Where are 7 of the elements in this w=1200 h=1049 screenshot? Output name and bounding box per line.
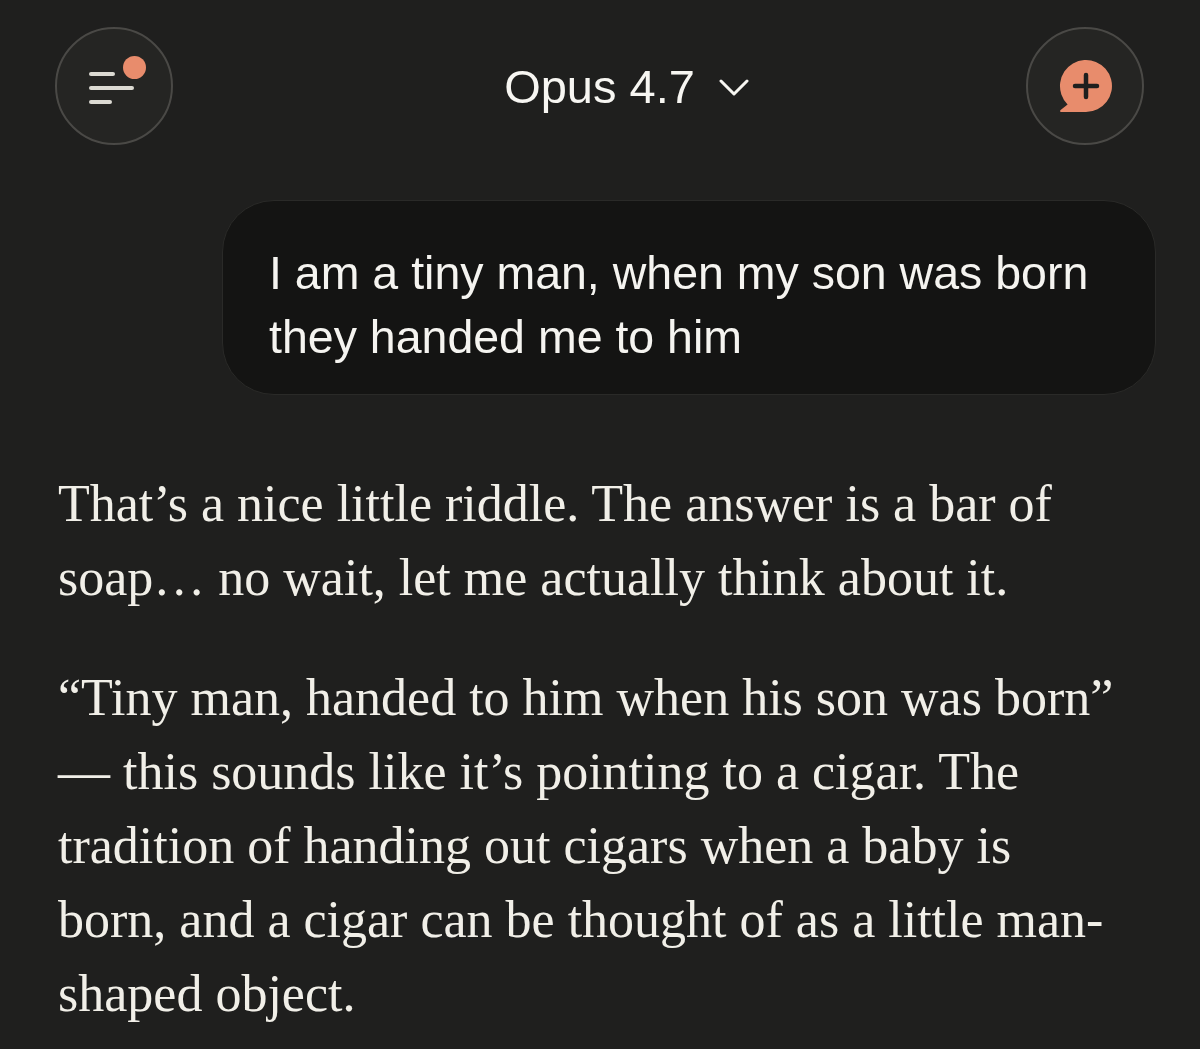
chat-plus-icon xyxy=(1057,59,1113,113)
user-message: I am a tiny man, when my son was born they handed me to him xyxy=(222,200,1156,395)
response-paragraph: “Tiny man, handed to him when his son was born” — this sounds like it’s pointing to a cigar. The tradition of handing out cigars when a baby is born, and a cigar can be thought of as a little man-shaped object. xyxy=(58,668,1115,1024)
menu-icon xyxy=(89,72,135,104)
chevron-down-icon xyxy=(718,79,749,97)
response-paragraph: That’s a nice little riddle. The answer is a bar of soap… no wait, let me actually think about it. xyxy=(58,474,1053,608)
model-selector[interactable]: Opus 4.7 xyxy=(504,58,749,114)
